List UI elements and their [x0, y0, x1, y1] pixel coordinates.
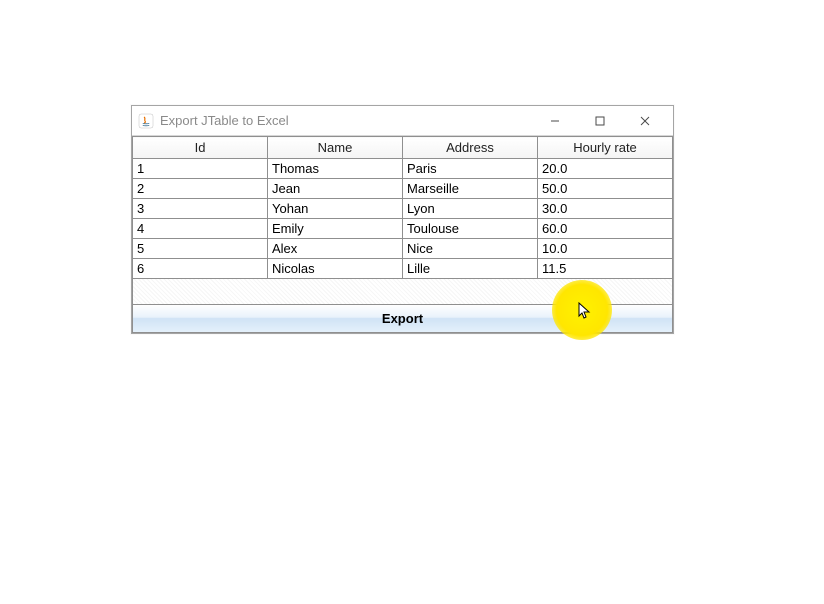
- window-content: Id Name Address Hourly rate 1 Thomas Par…: [132, 136, 673, 333]
- table-row[interactable]: 6 Nicolas Lille 11.5: [133, 259, 673, 279]
- table-row[interactable]: 5 Alex Nice 10.0: [133, 239, 673, 259]
- table-row[interactable]: 2 Jean Marseille 50.0: [133, 179, 673, 199]
- cell-rate[interactable]: 60.0: [538, 219, 673, 239]
- window-controls: [532, 107, 667, 135]
- cell-id[interactable]: 1: [133, 159, 268, 179]
- col-header-name[interactable]: Name: [268, 137, 403, 159]
- cell-address[interactable]: Toulouse: [403, 219, 538, 239]
- cell-id[interactable]: 3: [133, 199, 268, 219]
- cell-name[interactable]: Thomas: [268, 159, 403, 179]
- table-row[interactable]: 1 Thomas Paris 20.0: [133, 159, 673, 179]
- window-title: Export JTable to Excel: [160, 113, 532, 128]
- cell-name[interactable]: Jean: [268, 179, 403, 199]
- cell-id[interactable]: 4: [133, 219, 268, 239]
- cell-name[interactable]: Emily: [268, 219, 403, 239]
- titlebar: Export JTable to Excel: [132, 106, 673, 136]
- cell-address[interactable]: Paris: [403, 159, 538, 179]
- cell-rate[interactable]: 10.0: [538, 239, 673, 259]
- cell-address[interactable]: Marseille: [403, 179, 538, 199]
- maximize-button[interactable]: [577, 107, 622, 135]
- cell-rate[interactable]: 50.0: [538, 179, 673, 199]
- minimize-button[interactable]: [532, 107, 577, 135]
- cell-name[interactable]: Yohan: [268, 199, 403, 219]
- cell-rate[interactable]: 30.0: [538, 199, 673, 219]
- col-header-rate[interactable]: Hourly rate: [538, 137, 673, 159]
- java-icon: [138, 113, 154, 129]
- cell-id[interactable]: 5: [133, 239, 268, 259]
- cell-address[interactable]: Lyon: [403, 199, 538, 219]
- table-row[interactable]: 4 Emily Toulouse 60.0: [133, 219, 673, 239]
- cell-id[interactable]: 6: [133, 259, 268, 279]
- data-table[interactable]: Id Name Address Hourly rate 1 Thomas Par…: [132, 136, 673, 279]
- cell-rate[interactable]: 11.5: [538, 259, 673, 279]
- col-header-address[interactable]: Address: [403, 137, 538, 159]
- table-empty-area: [132, 279, 673, 305]
- cell-rate[interactable]: 20.0: [538, 159, 673, 179]
- cell-id[interactable]: 2: [133, 179, 268, 199]
- col-header-id[interactable]: Id: [133, 137, 268, 159]
- close-button[interactable]: [622, 107, 667, 135]
- table-header-row: Id Name Address Hourly rate: [133, 137, 673, 159]
- export-button[interactable]: Export: [132, 305, 673, 333]
- cell-address[interactable]: Nice: [403, 239, 538, 259]
- app-window: Export JTable to Excel Id Name Address: [131, 105, 674, 334]
- cell-name[interactable]: Alex: [268, 239, 403, 259]
- table-row[interactable]: 3 Yohan Lyon 30.0: [133, 199, 673, 219]
- cell-address[interactable]: Lille: [403, 259, 538, 279]
- table-container: Id Name Address Hourly rate 1 Thomas Par…: [132, 136, 673, 305]
- cell-name[interactable]: Nicolas: [268, 259, 403, 279]
